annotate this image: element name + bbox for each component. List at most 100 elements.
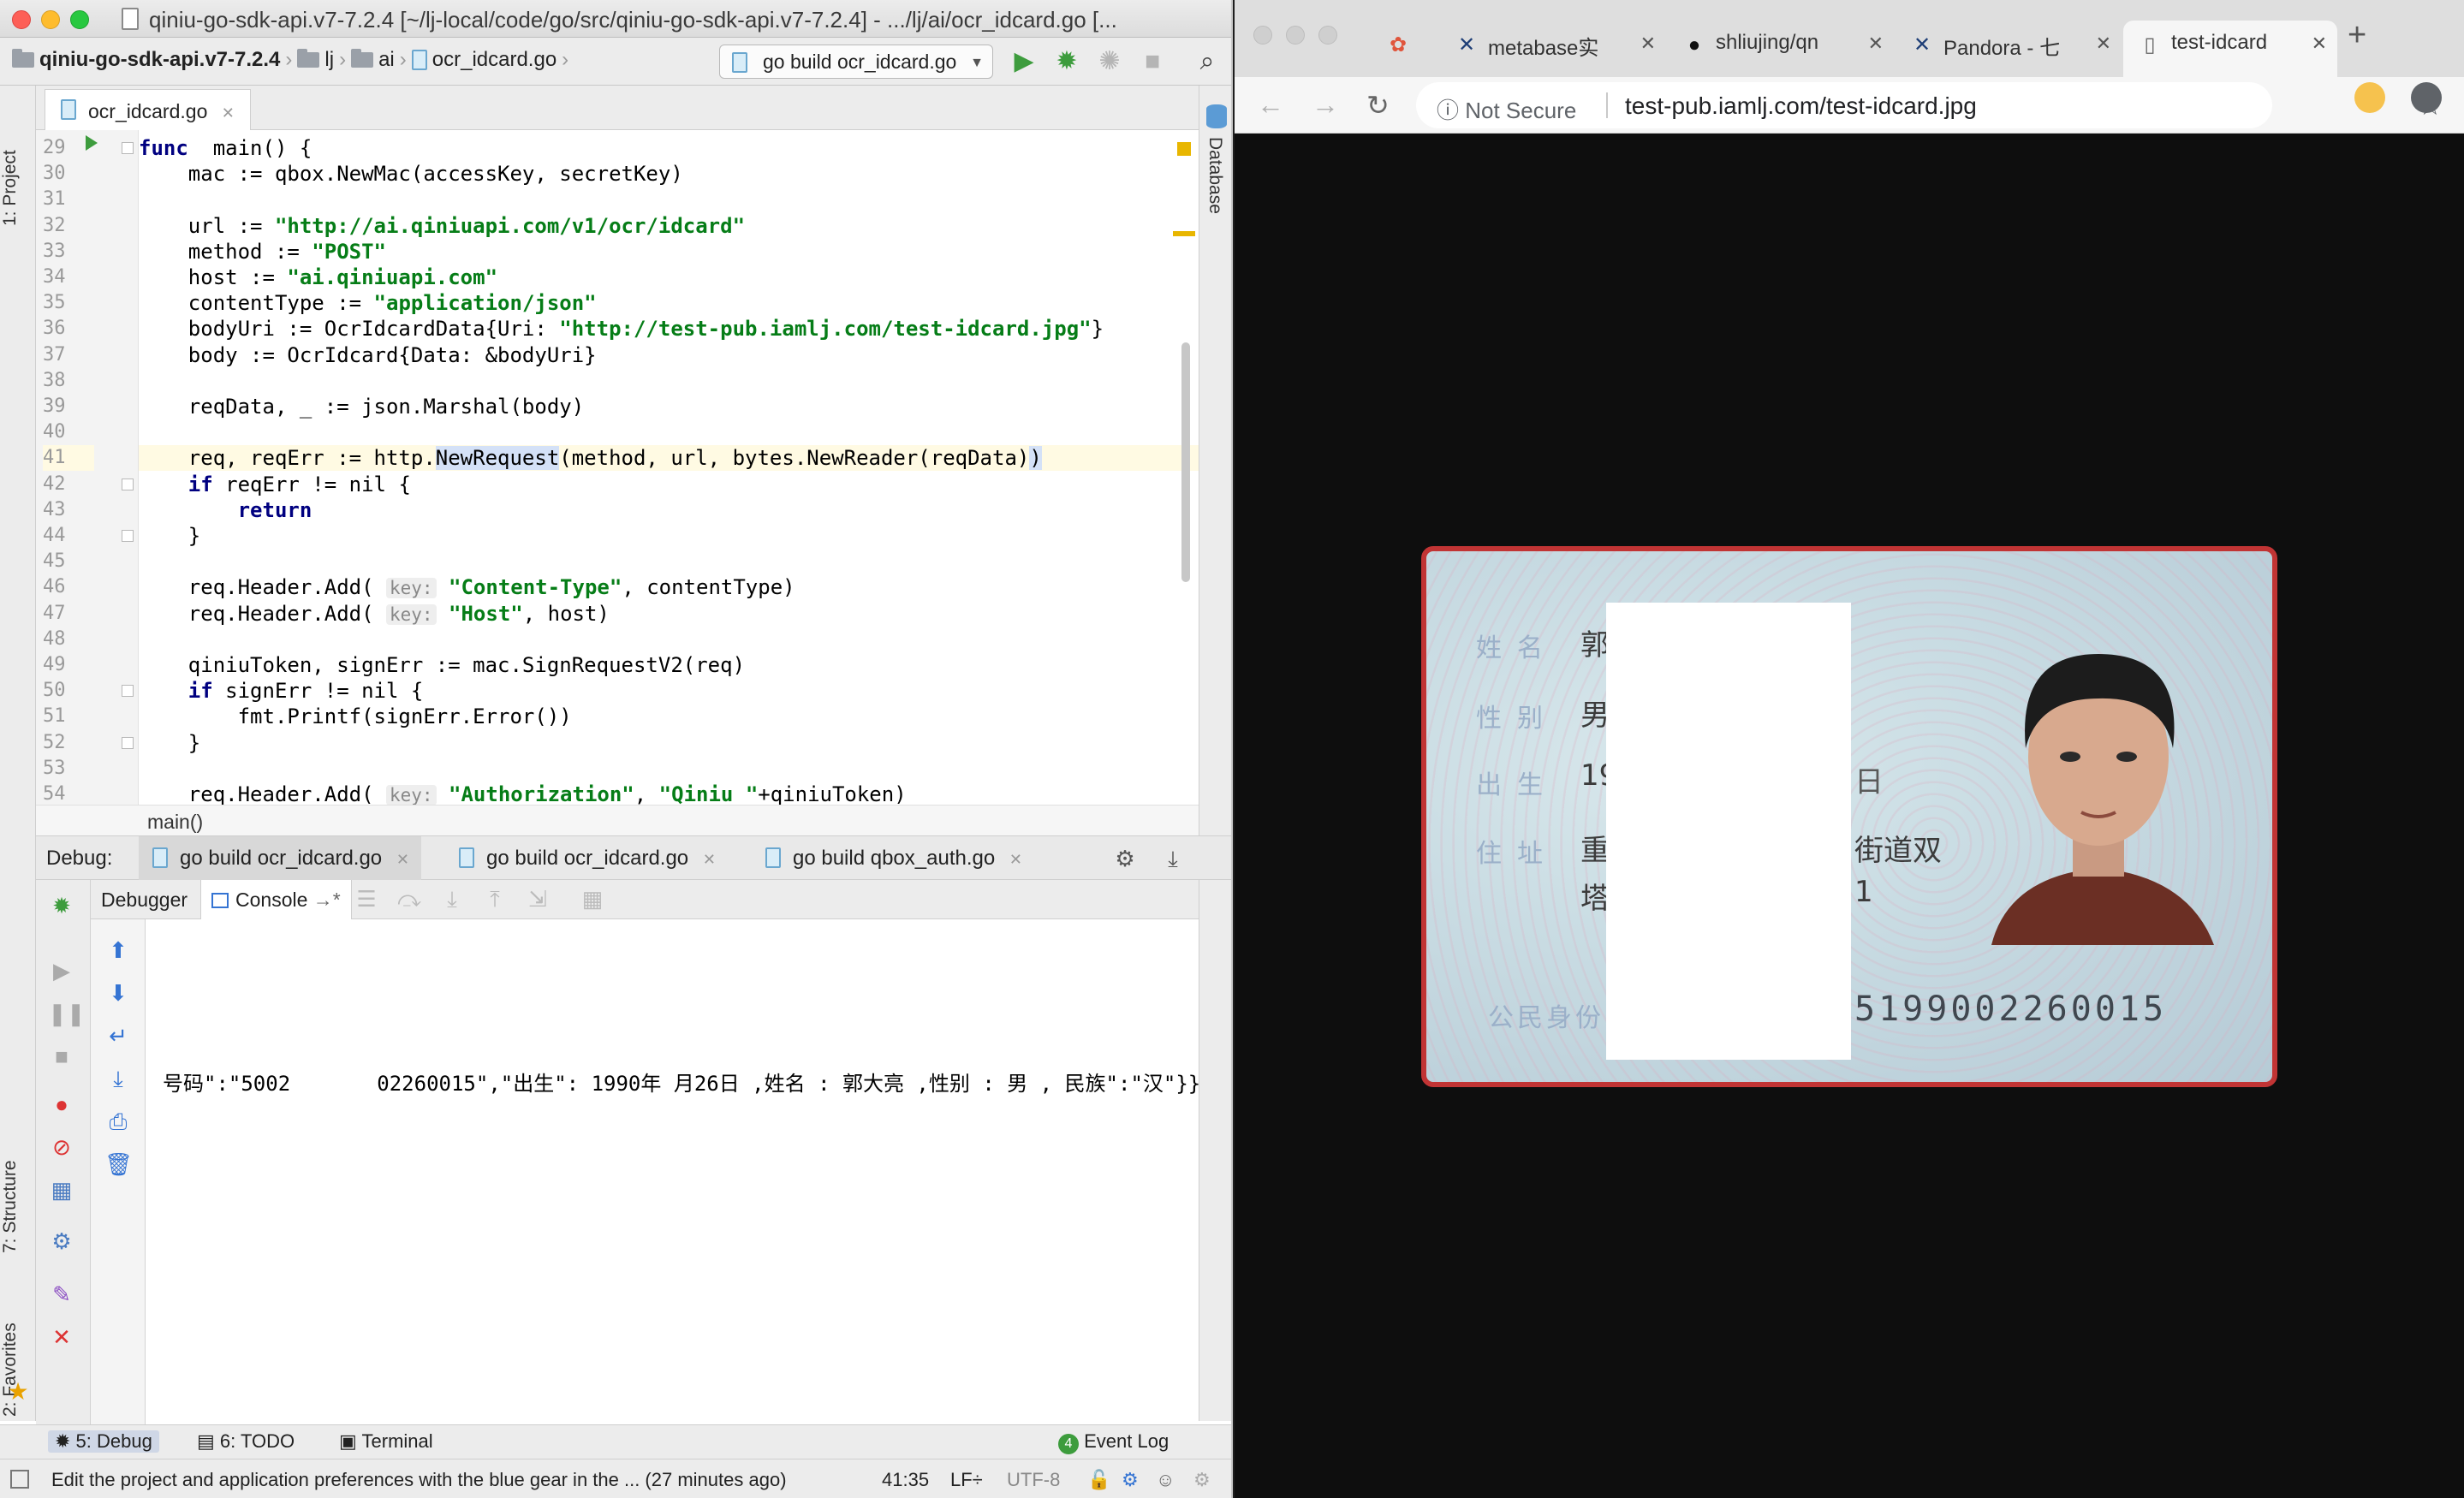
settings-gear-icon[interactable]: ⚙ bbox=[48, 1228, 75, 1255]
step-into-icon[interactable]: ⤓ bbox=[438, 885, 466, 912]
down-arrow-icon[interactable]: ⬇ bbox=[104, 979, 132, 1007]
gear-icon[interactable]: ⚙ bbox=[1122, 1469, 1139, 1491]
breadcrumb-lj[interactable]: lj bbox=[324, 48, 334, 72]
event-log-button[interactable]: 4 Event Log bbox=[1058, 1430, 1169, 1454]
database-tool-tab[interactable]: Database bbox=[1205, 137, 1225, 214]
code-line[interactable] bbox=[139, 756, 1199, 782]
console-tab[interactable]: Console →* bbox=[200, 880, 352, 919]
trash-icon[interactable]: 🗑 bbox=[104, 1150, 133, 1178]
code-line[interactable]: if reqErr != nil { bbox=[139, 472, 1199, 497]
debug-session-tab[interactable]: go build qbox_auth.go ✕ bbox=[752, 836, 1034, 881]
code-line[interactable]: bodyUri := OcrIdcardData{Uri: "http://te… bbox=[139, 316, 1199, 342]
line-separator[interactable]: LF÷ bbox=[950, 1469, 983, 1491]
close-tab-icon[interactable]: ✕ bbox=[1868, 33, 1884, 55]
inspector-icon[interactable]: ☺ bbox=[1156, 1469, 1175, 1491]
console-output[interactable]: 号码":"5002 02260015","出生": 1990年 月26日 ,姓名… bbox=[146, 919, 1199, 1424]
fold-marker-icon[interactable] bbox=[122, 685, 134, 698]
close-tab-icon[interactable]: ✕ bbox=[2312, 33, 2327, 55]
mute-breakpoints-icon[interactable]: ⊘ bbox=[48, 1133, 75, 1161]
back-arrow-icon[interactable]: ← bbox=[1257, 89, 1284, 121]
minimize-window-button[interactable] bbox=[1286, 26, 1305, 45]
code-line[interactable]: mac := qbox.NewMac(accessKey, secretKey) bbox=[139, 161, 1199, 187]
code-line[interactable]: method := "POST" bbox=[139, 239, 1199, 265]
todo-tool-button[interactable]: ▤ 6: TODO bbox=[197, 1430, 295, 1453]
print-icon[interactable]: ⎙ bbox=[104, 1108, 132, 1135]
security-indicator[interactable]: ⓘ Not Secure bbox=[1437, 93, 1576, 125]
cursor-position[interactable]: 41:35 bbox=[882, 1469, 929, 1491]
code-line[interactable]: req.Header.Add( key: "Content-Type", con… bbox=[139, 574, 1199, 600]
show-execution-point-icon[interactable]: ☰ bbox=[353, 885, 380, 912]
view-breakpoints-icon[interactable]: ● bbox=[48, 1091, 75, 1118]
debug-session-tab[interactable]: go build ocr_idcard.go ✕ bbox=[139, 836, 421, 881]
project-tool-tab[interactable]: 1: Project bbox=[0, 103, 36, 274]
function-breadcrumb[interactable]: main() bbox=[36, 805, 1199, 835]
code-line[interactable]: fmt.Printf(signErr.Error()) bbox=[139, 704, 1199, 729]
run-to-cursor-icon[interactable]: ⇲ bbox=[524, 885, 551, 912]
code-editor[interactable]: func main() { mac := qbox.NewMac(accessK… bbox=[139, 130, 1199, 805]
code-line[interactable] bbox=[139, 627, 1199, 652]
error-stripe-marker[interactable] bbox=[1173, 231, 1195, 236]
debug-bug-icon[interactable]: ✹ bbox=[1051, 46, 1082, 77]
coverage-icon[interactable]: ✺ bbox=[1094, 46, 1125, 77]
code-line[interactable] bbox=[139, 419, 1199, 445]
breadcrumb-ai[interactable]: ai bbox=[378, 48, 395, 72]
browser-tab-test-idcard[interactable]: ▯ test-idcard ✕ bbox=[2123, 21, 2337, 77]
code-line[interactable]: qiniuToken, signErr := mac.SignRequestV2… bbox=[139, 652, 1199, 678]
search-icon[interactable]: ⌕ bbox=[1192, 46, 1223, 77]
fold-marker-icon[interactable] bbox=[122, 530, 134, 542]
hide-panel-icon[interactable]: ⤓ bbox=[1159, 845, 1187, 872]
close-window-button[interactable] bbox=[1253, 26, 1272, 45]
file-encoding[interactable]: UTF-8 bbox=[1007, 1469, 1060, 1491]
address-bar[interactable]: ⓘ Not Secure test-pub.iamlj.com/test-idc… bbox=[1416, 82, 2443, 128]
code-line[interactable]: req.Header.Add( key: "Authorization", "Q… bbox=[139, 782, 1199, 805]
code-line[interactable]: host := "ai.qiniuapi.com" bbox=[139, 265, 1199, 290]
star-icon[interactable]: ★ bbox=[4, 1378, 32, 1406]
code-line[interactable] bbox=[139, 368, 1199, 394]
forward-arrow-icon[interactable]: → bbox=[1312, 89, 1339, 121]
extension-icon[interactable] bbox=[2411, 82, 2442, 113]
terminal-tool-button[interactable]: ▣ Terminal bbox=[339, 1430, 433, 1453]
toggle-tool-windows-icon[interactable] bbox=[10, 1470, 29, 1489]
resume-icon[interactable]: ▶ bbox=[48, 957, 75, 984]
up-arrow-icon[interactable]: ⬆ bbox=[104, 936, 132, 964]
browser-tab-metabase[interactable]: ✕ metabase实 ✕ bbox=[1440, 21, 1666, 77]
fold-marker-icon[interactable] bbox=[122, 142, 134, 154]
gear-icon[interactable]: ⚙ bbox=[1111, 845, 1139, 872]
browser-tab-photos[interactable]: ✿ bbox=[1372, 21, 1440, 77]
code-line[interactable]: return bbox=[139, 497, 1199, 523]
restore-layout-icon[interactable]: ▦ bbox=[48, 1176, 75, 1204]
soft-wrap-icon[interactable]: ↵ bbox=[104, 1022, 132, 1049]
warning-marker[interactable] bbox=[1177, 142, 1191, 156]
pin-icon[interactable]: ✎ bbox=[48, 1281, 75, 1308]
rerun-debug-icon[interactable]: ✹ bbox=[48, 892, 75, 919]
code-line[interactable]: req, reqErr := http.NewRequest(method, u… bbox=[139, 445, 1199, 472]
scroll-to-end-icon[interactable]: ⤓ bbox=[104, 1065, 132, 1092]
run-configuration-select[interactable]: go build ocr_idcard.go ▼ bbox=[719, 45, 993, 79]
step-over-icon[interactable]: ⤼ bbox=[396, 885, 423, 912]
close-tab-icon[interactable]: ✕ bbox=[2096, 33, 2111, 55]
pause-icon[interactable]: ❚❚ bbox=[48, 1000, 86, 1027]
settings-icon[interactable]: ⚙ bbox=[1193, 1469, 1211, 1491]
close-tab-icon[interactable]: ✕ bbox=[396, 851, 409, 868]
close-tab-icon[interactable]: ✕ bbox=[222, 104, 235, 122]
editor-scrollbar[interactable] bbox=[1181, 342, 1190, 582]
code-line[interactable]: if signErr != nil { bbox=[139, 678, 1199, 704]
close-tab-icon[interactable]: ✕ bbox=[1640, 33, 1656, 55]
lock-icon[interactable]: 🔓 bbox=[1087, 1469, 1110, 1491]
close-icon[interactable]: ✕ bbox=[48, 1323, 75, 1351]
evaluate-expression-icon[interactable]: ▦ bbox=[579, 885, 606, 912]
code-line[interactable]: url := "http://ai.qiniuapi.com/v1/ocr/id… bbox=[139, 213, 1199, 239]
browser-tab-github[interactable]: ● shliujing/qn ✕ bbox=[1668, 21, 1894, 77]
reload-icon[interactable]: ↻ bbox=[1366, 89, 1390, 122]
code-line[interactable]: func main() { bbox=[139, 135, 1199, 161]
code-line[interactable] bbox=[139, 549, 1199, 574]
editor-tab-ocr-idcard[interactable]: ocr_idcard.go ✕ bbox=[45, 89, 251, 130]
fold-marker-icon[interactable] bbox=[122, 478, 134, 490]
code-line[interactable]: contentType := "application/json" bbox=[139, 290, 1199, 316]
minimize-window-button[interactable] bbox=[41, 10, 60, 29]
fold-marker-icon[interactable] bbox=[122, 736, 134, 749]
step-out-icon[interactable]: ⤒ bbox=[481, 885, 509, 912]
code-line[interactable]: } bbox=[139, 730, 1199, 756]
close-tab-icon[interactable]: ✕ bbox=[703, 851, 716, 868]
emoji-extension-icon[interactable] bbox=[2354, 82, 2385, 113]
